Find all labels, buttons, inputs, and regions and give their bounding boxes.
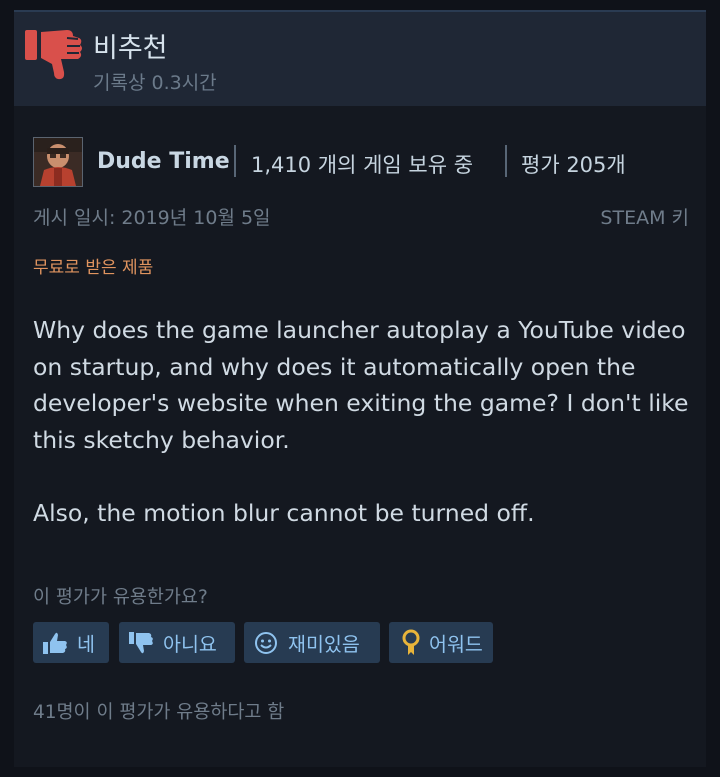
vote-funny-button[interactable]: 재미있음 bbox=[244, 622, 380, 663]
review-body: Why does the game launcher autoplay a Yo… bbox=[33, 312, 693, 531]
award-label: 어워드 bbox=[429, 633, 483, 656]
games-owned[interactable]: 1,410 개의 게임 보유 중 bbox=[251, 149, 473, 179]
review-paragraph: Also, the motion blur cannot be turned o… bbox=[33, 498, 535, 527]
divider bbox=[505, 145, 507, 177]
helpful-count: 41명이 이 평가가 유용하다고 함 bbox=[33, 702, 285, 723]
vote-no-button[interactable]: 아니요 bbox=[119, 622, 235, 663]
review-count[interactable]: 평가 205개 bbox=[521, 149, 626, 179]
author-info: Dude Time 1,410 개의 게임 보유 중 평가 205개 bbox=[33, 137, 693, 189]
smiley-icon bbox=[252, 629, 280, 657]
free-product-tag: 무료로 받은 제품 bbox=[33, 258, 154, 278]
award-button[interactable]: 어워드 bbox=[389, 622, 493, 663]
review-card: 비추천 기록상 0.3시간 Dude Time 1,410 개의 게임 보유 중… bbox=[14, 10, 706, 767]
vote-yes-label: 네 bbox=[77, 633, 95, 656]
avatar[interactable] bbox=[33, 137, 83, 187]
hours-played: 기록상 0.3시간 bbox=[93, 72, 217, 94]
vote-funny-label: 재미있음 bbox=[288, 633, 360, 656]
thumb-down-icon bbox=[127, 629, 155, 657]
review-paragraph: Why does the game launcher autoplay a Yo… bbox=[33, 316, 689, 454]
helpful-question: 이 평가가 유용한가요? bbox=[33, 587, 208, 608]
thumb-down-icon bbox=[25, 30, 82, 80]
vote-no-label: 아니요 bbox=[163, 633, 217, 656]
posted-date: 게시 일시: 2019년 10월 5일 bbox=[33, 207, 271, 229]
vote-yes-button[interactable]: 네 bbox=[33, 622, 109, 663]
review-verdict-header[interactable]: 비추천 기록상 0.3시간 bbox=[14, 10, 706, 106]
author-name[interactable]: Dude Time bbox=[97, 149, 230, 174]
key-source: STEAM 키 bbox=[600, 207, 689, 229]
divider bbox=[234, 145, 236, 177]
verdict-label: 비추천 bbox=[93, 33, 168, 64]
thumb-up-icon bbox=[41, 629, 69, 657]
award-icon bbox=[397, 629, 425, 657]
